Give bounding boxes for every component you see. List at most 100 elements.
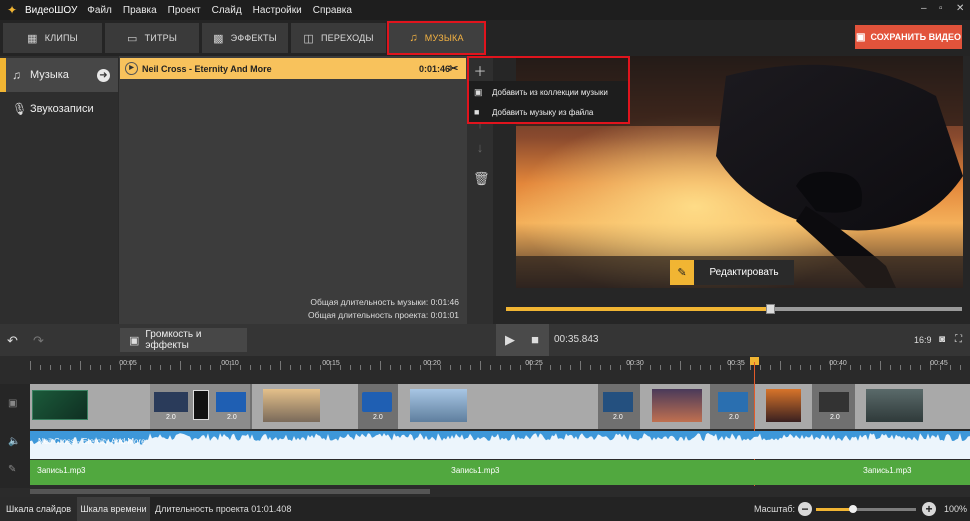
sidebar-item-label: Звукозаписи	[30, 103, 94, 115]
film-icon: ▣	[856, 31, 866, 43]
timeline-scrollbar[interactable]	[30, 489, 430, 494]
music-collection-icon: ▣	[474, 86, 483, 97]
tab-music[interactable]: ♫ Музыка	[389, 23, 484, 53]
aspect-ratio[interactable]: 16:9	[914, 335, 932, 345]
tab-timeline-scale[interactable]: Шкала времени	[77, 497, 150, 521]
track-icons: ▣ 🔈 ✎	[0, 384, 30, 488]
menu-slide[interactable]: Слайд	[212, 5, 242, 16]
ruler-label: 00:15	[322, 360, 340, 367]
zoom-slider-fill	[816, 508, 852, 511]
pencil-icon: ✎	[670, 260, 694, 285]
zoom-out-icon[interactable]: −	[798, 502, 812, 516]
undo-icon[interactable]: ↶	[7, 333, 18, 349]
snapshot-icon[interactable]: ◙	[939, 334, 945, 345]
tab-slide-scale[interactable]: Шкала слайдов	[0, 497, 77, 521]
scissors-icon[interactable]: ✂	[449, 62, 458, 75]
preview-scrubber-handle[interactable]	[766, 304, 776, 314]
ruler-label: 00:40	[829, 360, 847, 367]
waveform	[30, 433, 970, 459]
ruler-label: 00:30	[626, 360, 644, 367]
menu-bar: ✦ ВидеоШОУ Файл Правка Проект Слайд Наст…	[0, 0, 970, 20]
stop-icon[interactable]: ■	[526, 331, 544, 349]
move-down-icon[interactable]: ↓	[473, 140, 487, 155]
transition-thumbnail[interactable]	[193, 390, 209, 420]
arrow-right-icon: ➜	[97, 68, 110, 82]
save-video-button[interactable]: ▣ Сохранить видео	[855, 25, 962, 49]
slide-duration: 2.0	[830, 414, 840, 421]
recording-label: Запись1.mp3	[37, 466, 86, 475]
recording-track[interactable]	[30, 460, 970, 485]
ruler-label: 00:25	[525, 360, 543, 367]
tab-effects[interactable]: ▩ Эффекты	[202, 23, 288, 53]
ruler-label: 00:45	[930, 360, 948, 367]
play-icon[interactable]: ▶	[501, 331, 519, 349]
menu-file[interactable]: Файл	[87, 5, 112, 16]
slide-thumbnail[interactable]	[652, 389, 702, 422]
app-logo-icon: ✦	[7, 3, 18, 17]
music-track-label: Neil Cross - Eternity And More	[38, 437, 146, 446]
transition-thumbnail[interactable]	[603, 392, 633, 412]
menu-settings[interactable]: Настройки	[253, 5, 302, 16]
tab-bar: ▦ Клипы ▭ Титры ▩ Эффекты ◫ Переходы ♫ Музыка…	[0, 20, 970, 56]
ruler-label: 00:05	[119, 360, 137, 367]
tab-label: Шкала слайдов	[6, 504, 71, 514]
fullscreen-icon[interactable]: ⛶	[955, 334, 962, 345]
maximize-icon[interactable]: ▫	[939, 3, 943, 14]
add-icon[interactable]: ＋	[473, 61, 487, 80]
slide-thumbnail[interactable]	[263, 389, 320, 422]
slide-duration: 2.0	[373, 414, 383, 421]
zoom-slider-handle[interactable]	[849, 505, 857, 513]
music-track[interactable]	[30, 431, 970, 459]
transition-thumbnail[interactable]	[362, 392, 392, 412]
menu-project[interactable]: Проект	[168, 5, 201, 16]
pencil-icon: ✎	[8, 464, 17, 475]
transition-thumbnail[interactable]	[718, 392, 748, 412]
microphone-icon: 🎙	[12, 102, 28, 116]
music-note-icon: ♫	[12, 68, 21, 82]
folder-icon: ■	[474, 107, 480, 117]
playback-controls: ▶ ■	[496, 324, 549, 356]
save-video-label: Сохранить видео	[870, 32, 961, 42]
music-note-icon: ♫	[409, 32, 418, 44]
menu-item-label: Добавить музыку из файла	[492, 107, 594, 117]
recording-label: Запись1.mp3	[451, 466, 500, 475]
menu-help[interactable]: Справка	[313, 5, 352, 16]
tab-clips[interactable]: ▦ Клипы	[3, 23, 102, 53]
ruler-label: 00:35	[727, 360, 745, 367]
music-list: Общая длительность музыки: 0:01:46 Общая…	[119, 56, 467, 324]
volume-effects-button[interactable]: ▣ Громкость и эффекты	[120, 328, 247, 352]
transition-thumbnail[interactable]	[154, 392, 188, 412]
redo-icon[interactable]: ↷	[33, 333, 44, 349]
titles-icon: ▭	[126, 32, 138, 45]
sidebar-item-music[interactable]: ♫ Музыка ➜	[0, 58, 118, 92]
tab-label: Шкала времени	[80, 504, 147, 514]
menu-item-label: Добавить из коллекции музыки	[492, 87, 608, 97]
menu-edit[interactable]: Правка	[123, 5, 157, 16]
transition-thumbnail[interactable]	[819, 392, 849, 412]
minimize-icon[interactable]: ‒	[921, 3, 927, 14]
add-music-menu: ▣ Добавить из коллекции музыки ■ Добавит…	[469, 81, 628, 123]
menu-item-add-from-collection[interactable]: ▣ Добавить из коллекции музыки	[469, 82, 628, 102]
slide-thumbnail[interactable]	[32, 390, 88, 420]
menu-item-add-from-file[interactable]: ■ Добавить музыку из файла	[469, 102, 628, 122]
slide-duration: 2.0	[613, 414, 623, 421]
slide-thumbnail[interactable]	[866, 389, 923, 422]
zoom-in-icon[interactable]: +	[922, 502, 936, 516]
transition-thumbnail[interactable]	[216, 392, 246, 412]
music-track-row[interactable]: ▶ Neil Cross - Eternity And More 0:01:46…	[120, 58, 466, 79]
effects-icon: ▩	[213, 32, 224, 45]
edit-button[interactable]: ✎ Редактировать	[670, 260, 794, 285]
slide-thumbnail[interactable]	[410, 389, 467, 422]
slide-duration: 2.0	[729, 414, 739, 421]
slide-track-icon: ▣	[8, 398, 18, 409]
tab-transitions[interactable]: ◫ Переходы	[291, 23, 386, 53]
sidebar-item-recordings[interactable]: 🎙 Звукозаписи	[0, 92, 118, 126]
tab-titles[interactable]: ▭ Титры	[105, 23, 199, 53]
close-icon[interactable]: ✕	[956, 3, 964, 14]
slide-thumbnail[interactable]	[766, 389, 801, 422]
trash-icon[interactable]: 🗑	[473, 171, 490, 187]
zoom-value: 100%	[944, 504, 968, 514]
total-project-duration: Общая длительность проекта: 0:01:01	[307, 310, 459, 320]
transitions-icon: ◫	[303, 32, 314, 45]
play-icon[interactable]: ▶	[125, 62, 138, 75]
